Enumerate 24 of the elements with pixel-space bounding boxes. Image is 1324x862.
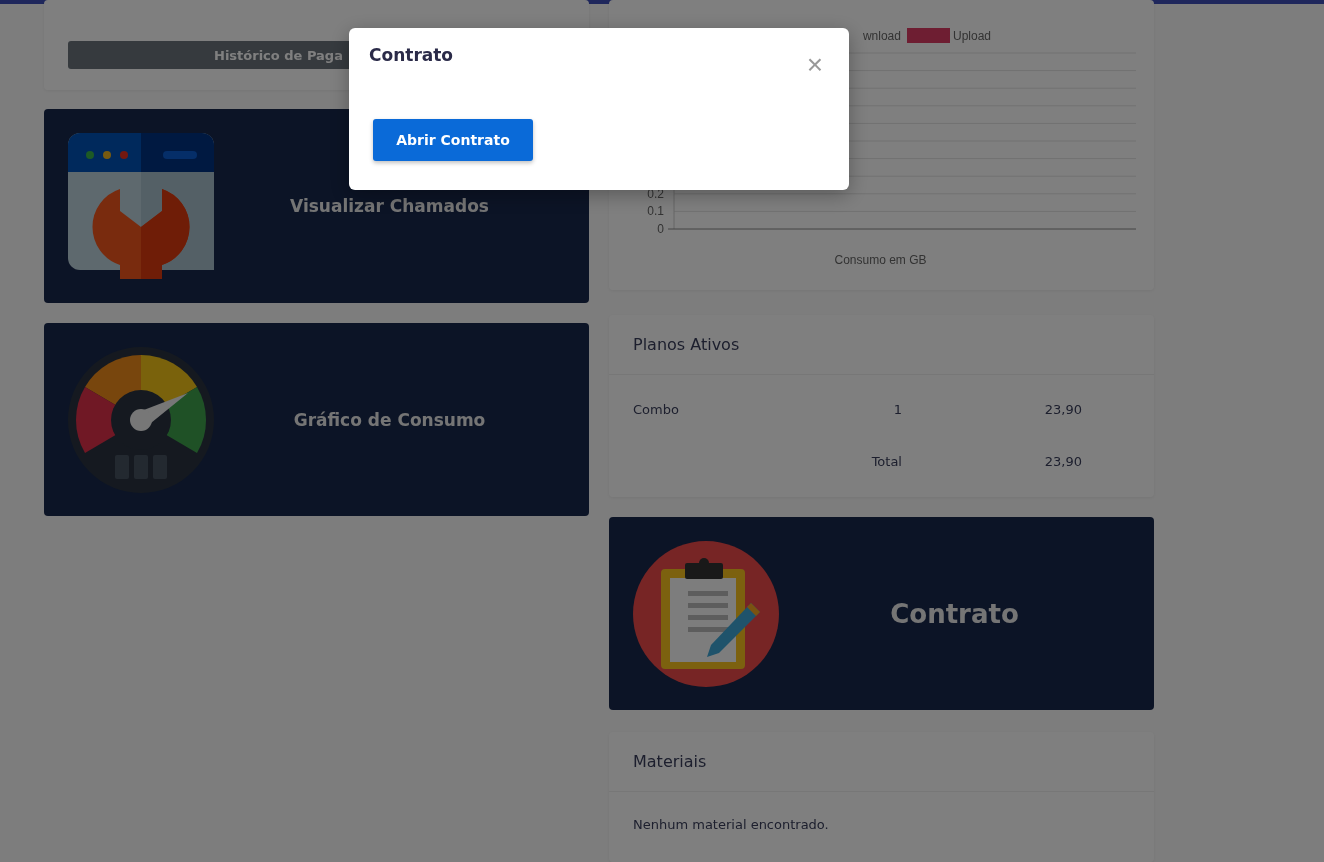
- modal-title: Contrato: [369, 45, 454, 65]
- x-axis-label: Consumo em GB: [833, 253, 928, 267]
- speedometer-icon: [68, 346, 214, 493]
- card-title: Planos Ativos: [609, 315, 1154, 375]
- close-button[interactable]: ×: [800, 51, 829, 79]
- plan-name: Combo: [633, 401, 680, 417]
- total-label: Total: [870, 453, 902, 469]
- legend-label: wnload: [862, 28, 901, 43]
- clipboard-pencil-icon: [633, 540, 779, 687]
- open-contract-button[interactable]: Abrir Contrato: [373, 119, 533, 161]
- y-tick-label: 0: [657, 222, 664, 236]
- shortcut-label: Gráfico de Consumo: [292, 409, 487, 430]
- y-tick-label: 0.1: [647, 204, 664, 219]
- shortcut-label: Visualizar Chamados: [289, 196, 490, 216]
- contract-label: Contrato: [889, 598, 1020, 629]
- plan-quantity: 1: [892, 401, 902, 417]
- empty-message: Nenhum material encontrado.: [632, 816, 830, 834]
- browser-wrench-icon: [68, 133, 214, 279]
- card-title: Materiais: [609, 732, 1154, 792]
- contract-card[interactable]: Contrato: [609, 517, 1154, 710]
- total-price: 23,90: [1043, 453, 1082, 469]
- plan-price: 23,90: [1043, 401, 1082, 417]
- shortcut-card[interactable]: Gráfico de Consumo: [44, 323, 589, 516]
- legend-label: Upload: [952, 28, 991, 43]
